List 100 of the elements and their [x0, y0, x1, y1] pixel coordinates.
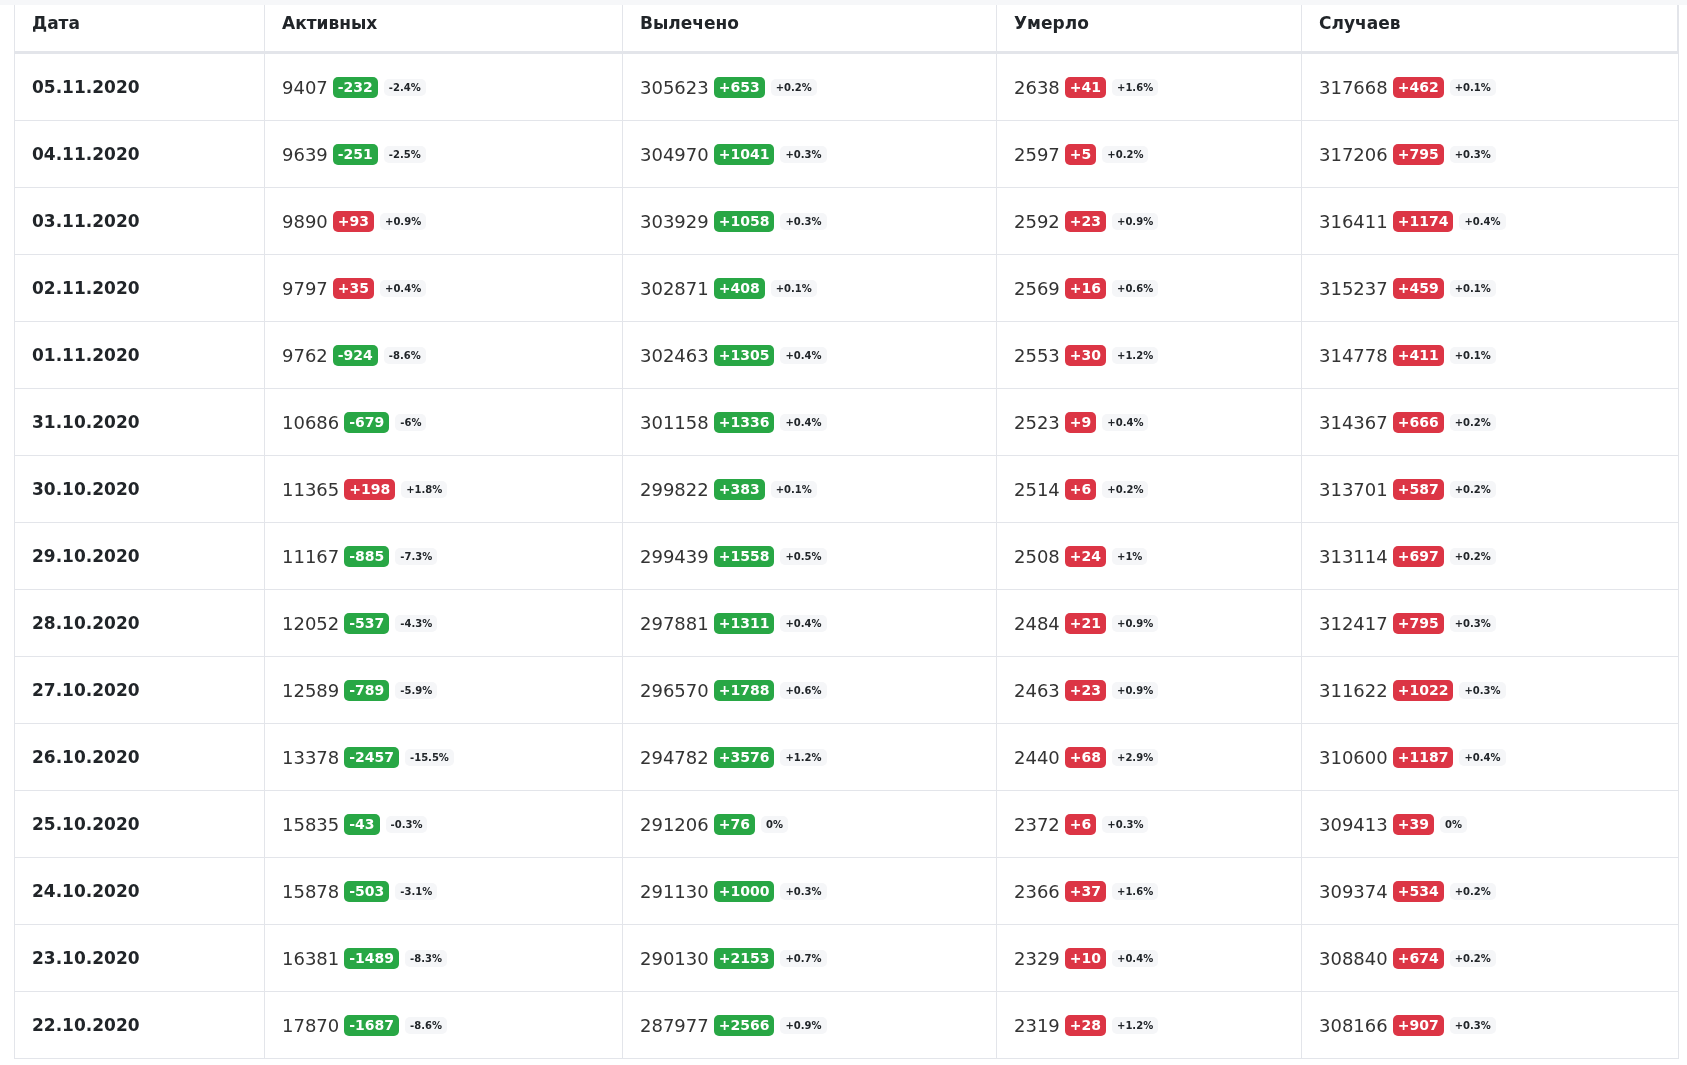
- change-badge: +795: [1392, 612, 1444, 634]
- change-badge: +21: [1064, 612, 1107, 634]
- change-badge: -43: [344, 813, 380, 835]
- count-value: 2597: [1014, 143, 1060, 165]
- percent-change: +0.6%: [1112, 279, 1159, 297]
- count-value: 2484: [1014, 612, 1060, 634]
- count-value: 317668: [1319, 76, 1388, 98]
- change-badge: +198: [344, 478, 396, 500]
- change-badge: +666: [1392, 411, 1444, 433]
- percent-change: +0.9%: [380, 212, 427, 230]
- percent-change: +0.2%: [1102, 145, 1149, 163]
- date-cell: 05.11.2020: [32, 77, 140, 97]
- count-value: 317206: [1319, 143, 1388, 165]
- percent-change: +0.9%: [1112, 212, 1159, 230]
- percent-change: -7.3%: [395, 547, 438, 565]
- count-value: 2569: [1014, 277, 1060, 299]
- count-value: 315237: [1319, 277, 1388, 299]
- count-value: 9407: [282, 76, 328, 98]
- change-badge: +1058: [713, 210, 775, 232]
- percent-change: -5.9%: [395, 681, 438, 699]
- count-value: 2514: [1014, 478, 1060, 500]
- date-cell: 02.11.2020: [32, 278, 140, 298]
- percent-change: +0.2%: [1449, 480, 1496, 498]
- count-value: 12589: [282, 679, 340, 701]
- percent-change: 0%: [1439, 815, 1467, 833]
- count-value: 2372: [1014, 813, 1060, 835]
- count-value: 314778: [1319, 344, 1388, 366]
- change-badge: +1311: [713, 612, 775, 634]
- percent-change: +0.1%: [1449, 346, 1496, 364]
- count-value: 2319: [1014, 1014, 1060, 1036]
- percent-change: +0.4%: [780, 614, 827, 632]
- change-badge: +411: [1392, 344, 1444, 366]
- change-badge: +41: [1064, 76, 1107, 98]
- change-badge: -1489: [344, 947, 400, 969]
- change-badge: +10: [1064, 947, 1107, 969]
- percent-change: +0.4%: [1102, 413, 1149, 431]
- change-badge: +76: [713, 813, 755, 835]
- change-badge: +23: [1064, 210, 1107, 232]
- count-value: 316411: [1319, 210, 1388, 232]
- date-cell: 23.10.2020: [32, 948, 140, 968]
- percent-change: +0.9%: [1112, 681, 1159, 699]
- percent-change: -0.3%: [385, 815, 428, 833]
- count-value: 299439: [640, 545, 709, 567]
- change-badge: -2457: [344, 746, 400, 768]
- percent-change: +0.1%: [1449, 279, 1496, 297]
- change-badge: +37: [1064, 880, 1107, 902]
- percent-change: +0.3%: [1449, 1016, 1496, 1034]
- percent-change: +0.2%: [1449, 882, 1496, 900]
- percent-change: +0.4%: [1112, 949, 1159, 967]
- change-badge: +697: [1392, 545, 1444, 567]
- percent-change: +0.4%: [1459, 212, 1506, 230]
- percent-change: +0.7%: [780, 949, 827, 967]
- date-cell: 29.10.2020: [32, 546, 140, 566]
- count-value: 305623: [640, 76, 709, 98]
- column-header: Случаев: [1319, 13, 1401, 33]
- count-value: 17870: [282, 1014, 340, 1036]
- count-value: 296570: [640, 679, 709, 701]
- percent-change: +0.4%: [780, 346, 827, 364]
- percent-change: -8.6%: [383, 346, 426, 364]
- count-value: 2440: [1014, 746, 1060, 768]
- percent-change: +1.2%: [1112, 346, 1159, 364]
- change-badge: +93: [332, 210, 375, 232]
- percent-change: +0.1%: [770, 279, 817, 297]
- change-badge: +1558: [713, 545, 775, 567]
- count-value: 10686: [282, 411, 340, 433]
- change-badge: +1022: [1392, 679, 1454, 701]
- column-header: Активных: [282, 13, 378, 33]
- date-cell: 01.11.2020: [32, 345, 140, 365]
- count-value: 299822: [640, 478, 709, 500]
- count-value: 297881: [640, 612, 709, 634]
- change-badge: +459: [1392, 277, 1444, 299]
- count-value: 9797: [282, 277, 328, 299]
- percent-change: +0.3%: [780, 145, 827, 163]
- change-badge: +534: [1392, 880, 1444, 902]
- date-cell: 22.10.2020: [32, 1015, 140, 1035]
- change-badge: +653: [713, 76, 765, 98]
- column-header: Умерло: [1014, 13, 1089, 33]
- percent-change: -4.3%: [395, 614, 438, 632]
- percent-change: +1.8%: [401, 480, 448, 498]
- percent-change: -2.4%: [383, 78, 426, 96]
- count-value: 287977: [640, 1014, 709, 1036]
- count-value: 2638: [1014, 76, 1060, 98]
- percent-change: +0.3%: [1102, 815, 1149, 833]
- percent-change: 0%: [760, 815, 788, 833]
- count-value: 301158: [640, 411, 709, 433]
- count-value: 291206: [640, 813, 709, 835]
- count-value: 11167: [282, 545, 340, 567]
- count-value: 2523: [1014, 411, 1060, 433]
- percent-change: -3.1%: [395, 882, 438, 900]
- count-value: 2463: [1014, 679, 1060, 701]
- count-value: 13378: [282, 746, 340, 768]
- change-badge: +23: [1064, 679, 1107, 701]
- count-value: 12052: [282, 612, 340, 634]
- change-badge: -1687: [344, 1014, 400, 1036]
- count-value: 294782: [640, 746, 709, 768]
- percent-change: +0.2%: [1449, 413, 1496, 431]
- change-badge: +1000: [713, 880, 775, 902]
- count-value: 2366: [1014, 880, 1060, 902]
- percent-change: +0.3%: [1449, 614, 1496, 632]
- count-value: 2508: [1014, 545, 1060, 567]
